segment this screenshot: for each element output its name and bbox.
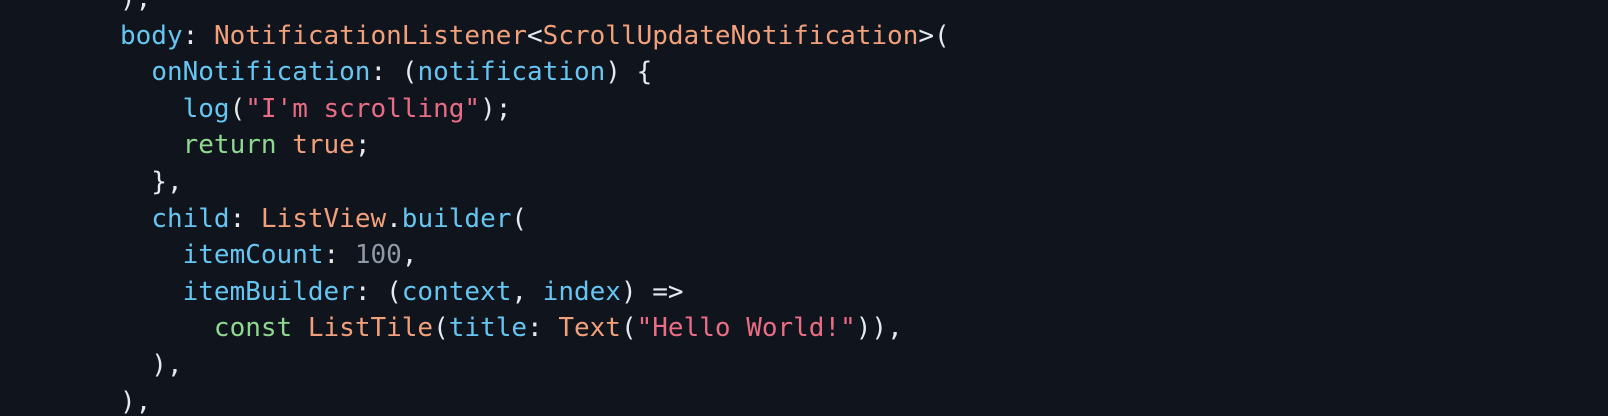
code-token-plain: ) => [620,276,684,307]
code-token-plain: , [511,276,543,307]
code-token-plain: . [386,203,402,234]
code-line: body: NotificationListener<ScrollUpdateN… [120,18,950,55]
code-token-number: 100 [354,240,402,271]
code-token-keyword: return [182,130,277,161]
code-token-plain: ; [354,130,371,161]
code-token-prop: body [120,20,183,51]
code-token-param: notification [417,57,606,88]
code-token-param: index [542,276,621,307]
code-token-keyword: const [213,313,293,344]
code-token-plain: < [527,20,543,51]
code-token-func: builder [401,203,512,234]
code-line: ), [120,384,950,416]
code-line: itemBuilder: (context, index) => [120,274,950,311]
code-token-bool: true [292,130,355,161]
code-line: const ListTile(title: Text("Hello World!… [120,310,950,347]
code-token-plain: : ( [354,276,402,307]
code-token-plain: >( [918,20,950,51]
code-token-plain: : ( [370,57,418,88]
code-line: log("I'm scrolling"); [120,91,950,128]
code-token-prop: title [448,313,528,344]
code-token-plain: ) { [605,57,653,88]
code-token-prop: itemCount [182,240,324,271]
code-token-plain: : [229,203,261,234]
code-token-plain: : [182,20,214,51]
code-token-plain: ( [433,313,449,344]
code-editor[interactable]: ), body: NotificationListener<ScrollUpdat… [0,0,1608,416]
code-token-type: ScrollUpdateNotification [542,20,919,51]
code-token-plain: : [527,313,559,344]
code-token-plain: , [401,240,418,271]
code-token-plain: ), [120,0,151,14]
code-line: ), [120,0,950,18]
code-token-prop: child [151,203,230,234]
code-token-type: ListView [260,203,387,234]
code-token-plain: )), [855,313,903,344]
code-token-plain: ( [620,313,637,344]
code-block[interactable]: ), body: NotificationListener<ScrollUpdat… [120,0,950,416]
code-token-plain: }, [120,166,183,197]
code-token-type: Text [558,313,621,344]
code-token-plain: ( [511,203,528,234]
code-line: child: ListView.builder( [120,201,950,238]
code-token-string: "I'm scrolling" [245,93,481,124]
code-token-plain: ), [120,386,152,416]
code-token-func: log [182,93,230,124]
code-line: itemCount: 100, [120,237,950,274]
code-token-type: ListTile [307,313,434,344]
code-token-plain: : [323,240,355,271]
code-token-string: "Hello World!" [636,313,856,344]
code-token-plain: ), [120,349,183,380]
code-token-prop: itemBuilder [182,276,355,307]
code-line: return true; [120,127,950,164]
code-line: ), [120,347,950,384]
code-line: }, [120,164,950,201]
code-token-plain: ( [229,93,246,124]
code-token-plain: ); [480,93,512,124]
code-token-prop: onNotification [151,57,371,88]
code-token-type: NotificationListener [213,20,528,51]
code-line: onNotification: (notification) { [120,54,950,91]
code-token-param: context [401,276,512,307]
